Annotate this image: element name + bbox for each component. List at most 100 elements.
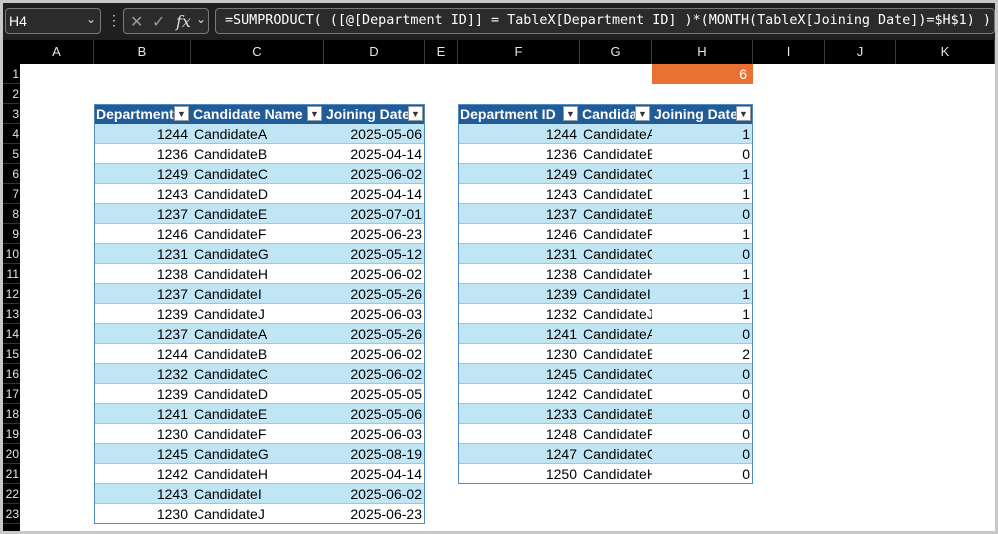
left-table-cell[interactable]: CandidateF <box>191 224 324 244</box>
right-table-cell[interactable]: 1 <box>652 284 753 304</box>
column-header-j[interactable]: J <box>825 40 896 64</box>
right-table-cell[interactable]: 0 <box>652 464 753 484</box>
left-table-cell[interactable]: CandidateE <box>191 404 324 424</box>
right-table-cell[interactable]: 0 <box>652 384 753 404</box>
right-table-cell[interactable]: 0 <box>652 404 753 424</box>
row-header-21[interactable]: 21 <box>3 464 20 484</box>
row-header-1[interactable]: 1 <box>3 64 20 84</box>
right-table-cell[interactable]: 1 <box>652 164 753 184</box>
right-table-cell[interactable]: 1 <box>652 264 753 284</box>
left-table-cell[interactable]: 2025-06-03 <box>324 424 425 444</box>
right-table-cell[interactable]: CandidateJ <box>580 304 652 324</box>
name-box[interactable]: H4 ⌄ <box>5 8 101 34</box>
left-table-cell[interactable]: CandidateH <box>191 464 324 484</box>
row-header-22[interactable]: 22 <box>3 484 20 504</box>
left-table-cell[interactable]: 2025-06-23 <box>324 224 425 244</box>
left-table-header-2[interactable]: Joining Date ▼ <box>324 104 425 124</box>
left-table-cell[interactable]: 2025-08-19 <box>324 444 425 464</box>
left-table-cell[interactable]: CandidateC <box>191 164 324 184</box>
left-table-cell[interactable]: CandidateD <box>191 184 324 204</box>
more-options-icon[interactable]: ⋮ <box>107 12 121 29</box>
right-table-cell[interactable]: 1237 <box>458 204 580 224</box>
left-table-cell[interactable]: 1239 <box>94 304 191 324</box>
left-table-cell[interactable]: 2025-07-01 <box>324 204 425 224</box>
row-header-20[interactable]: 20 <box>3 444 20 464</box>
left-table-cell[interactable]: 2025-04-14 <box>324 464 425 484</box>
filter-dropdown-icon[interactable]: ▼ <box>408 106 423 121</box>
function-icon[interactable]: fx <box>176 12 191 31</box>
right-table-cell[interactable]: CandidateF <box>580 424 652 444</box>
filter-dropdown-icon[interactable]: ▼ <box>563 106 578 121</box>
right-table-cell[interactable]: CandidateH <box>580 264 652 284</box>
left-table-cell[interactable]: 1243 <box>94 484 191 504</box>
right-table-cell[interactable]: 1244 <box>458 124 580 144</box>
filter-dropdown-icon[interactable]: ▼ <box>635 106 650 121</box>
chevron-down-icon[interactable]: ⌄ <box>196 12 206 26</box>
left-table-cell[interactable]: 2025-05-06 <box>324 124 425 144</box>
right-table-cell[interactable]: CandidateB <box>580 344 652 364</box>
left-table-cell[interactable]: 2025-04-14 <box>324 184 425 204</box>
left-table-cell[interactable]: CandidateJ <box>191 304 324 324</box>
row-header-14[interactable]: 14 <box>3 324 20 344</box>
left-table-header-1[interactable]: Candidate Name ▼ <box>191 104 324 124</box>
left-table-cell[interactable]: 2025-06-23 <box>324 504 425 524</box>
right-table-cell[interactable]: CandidateD <box>580 384 652 404</box>
right-table-cell[interactable]: 1239 <box>458 284 580 304</box>
right-table-cell[interactable]: 0 <box>652 364 753 384</box>
left-table-cell[interactable]: 1237 <box>94 204 191 224</box>
row-header-10[interactable]: 10 <box>3 244 20 264</box>
row-header-8[interactable]: 8 <box>3 204 20 224</box>
right-table-cell[interactable]: 0 <box>652 204 753 224</box>
right-table-cell[interactable]: CandidateB <box>580 144 652 164</box>
confirm-icon[interactable]: ✓ <box>152 12 165 32</box>
left-table-cell[interactable]: CandidateE <box>191 204 324 224</box>
left-table-cell[interactable]: 1231 <box>94 244 191 264</box>
right-table-cell[interactable]: 1232 <box>458 304 580 324</box>
right-table-header-0[interactable]: Department ID ▼ <box>458 104 580 124</box>
left-table-cell[interactable]: 1230 <box>94 504 191 524</box>
left-table-cell[interactable]: 2025-06-02 <box>324 364 425 384</box>
right-table-cell[interactable]: 0 <box>652 424 753 444</box>
left-table-cell[interactable]: CandidateA <box>191 124 324 144</box>
right-table-cell[interactable]: CandidateC <box>580 364 652 384</box>
left-table-cell[interactable]: 2025-05-26 <box>324 284 425 304</box>
left-table-cell[interactable]: 2025-06-02 <box>324 484 425 504</box>
left-table-cell[interactable]: CandidateG <box>191 244 324 264</box>
row-header-9[interactable]: 9 <box>3 224 20 244</box>
column-header-a[interactable]: A <box>20 40 94 64</box>
row-header-12[interactable]: 12 <box>3 284 20 304</box>
right-table-cell[interactable]: 1230 <box>458 344 580 364</box>
left-table-cell[interactable]: CandidateI <box>191 284 324 304</box>
left-table-cell[interactable]: 1241 <box>94 404 191 424</box>
left-table-cell[interactable]: CandidateB <box>191 144 324 164</box>
left-table-cell[interactable]: 1242 <box>94 464 191 484</box>
right-table-header-1[interactable]: Candida ▼ <box>580 104 652 124</box>
right-table-cell[interactable]: 1248 <box>458 424 580 444</box>
left-table-cell[interactable]: CandidateG <box>191 444 324 464</box>
row-header-16[interactable]: 16 <box>3 364 20 384</box>
row-header-11[interactable]: 11 <box>3 264 20 284</box>
column-header-c[interactable]: C <box>191 40 324 64</box>
filter-dropdown-icon[interactable]: ▼ <box>736 106 751 121</box>
column-header-h[interactable]: H <box>652 40 753 64</box>
left-table-cell[interactable]: 2025-06-02 <box>324 264 425 284</box>
right-table-cell[interactable]: CandidateC <box>580 164 652 184</box>
right-table-cell[interactable]: 1236 <box>458 144 580 164</box>
right-table-cell[interactable]: 1231 <box>458 244 580 264</box>
right-table-cell[interactable]: 1245 <box>458 364 580 384</box>
right-table-cell[interactable]: 1 <box>652 124 753 144</box>
row-header-23[interactable]: 23 <box>3 504 20 524</box>
left-table-cell[interactable]: 2025-04-14 <box>324 144 425 164</box>
filter-dropdown-icon[interactable]: ▼ <box>174 106 189 121</box>
right-table-cell[interactable]: 1 <box>652 184 753 204</box>
left-table-cell[interactable]: 2025-05-26 <box>324 324 425 344</box>
row-header-5[interactable]: 5 <box>3 144 20 164</box>
right-table-cell[interactable]: 1233 <box>458 404 580 424</box>
column-header-d[interactable]: D <box>324 40 425 64</box>
left-table-cell[interactable]: 2025-06-02 <box>324 164 425 184</box>
row-header-4[interactable]: 4 <box>3 124 20 144</box>
worksheet-grid[interactable]: 6 Department ▼ Candidate Name ▼ Joining Date… <box>20 64 995 531</box>
left-table-cell[interactable]: CandidateF <box>191 424 324 444</box>
right-table-cell[interactable]: 1238 <box>458 264 580 284</box>
left-table-cell[interactable]: 2025-05-12 <box>324 244 425 264</box>
